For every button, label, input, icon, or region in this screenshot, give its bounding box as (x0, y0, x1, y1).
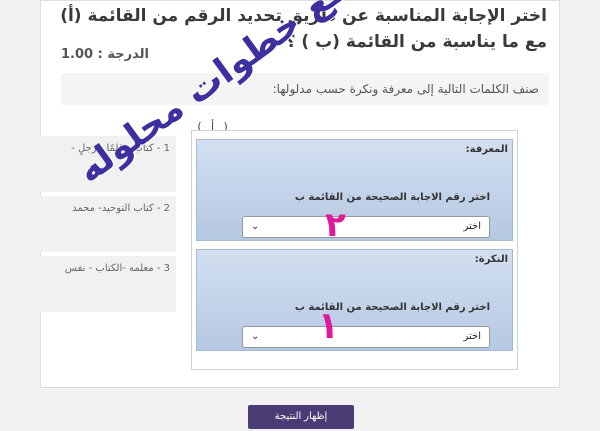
answer-select-definite[interactable]: اختر ⌄ (242, 216, 490, 238)
list-a-item: 3 - معلمه -الكتاب - نفس (18, 256, 176, 312)
chevron-down-icon: ⌄ (251, 221, 260, 232)
list-a-item: 1 - كتابٌ - قلمًا - رجلٍ - (18, 136, 176, 192)
answer-select-indefinite[interactable]: اختر ⌄ (242, 326, 490, 348)
show-result-button[interactable]: إظهار النتيجة (248, 405, 354, 429)
chevron-down-icon: ⌄ (251, 331, 260, 342)
select-value: اختر (463, 331, 482, 342)
list-a: 1 - كتابٌ - قلمًا - رجلٍ - 2 - كتاب التو… (18, 136, 176, 316)
select-value: اختر (463, 221, 482, 232)
category-label: المعرفة: (465, 144, 508, 155)
grade: الدرجة : 1.00 (61, 47, 149, 62)
match-panel: المعرفة: اختر رقم الاجابة الصحيحة من الق… (191, 130, 518, 370)
list-a-item: 2 - كتاب التوحيد- محمد (18, 196, 176, 252)
select-caption: اختر رقم الاجابة الصحيحة من القائمة ب (294, 302, 490, 313)
category-indefinite: النكرة: اختر رقم الاجابة الصحيحة من القا… (196, 249, 513, 351)
grade-label: الدرجة : (97, 47, 149, 62)
select-caption: اختر رقم الاجابة الصحيحة من القائمة ب (294, 192, 490, 203)
question-prompt: صنف الكلمات التالية إلى معرفة ونكرة حسب … (61, 73, 549, 105)
category-label: النكرة: (474, 254, 508, 265)
category-definite: المعرفة: اختر رقم الاجابة الصحيحة من الق… (196, 139, 513, 241)
grade-value: 1.00 (61, 47, 94, 62)
